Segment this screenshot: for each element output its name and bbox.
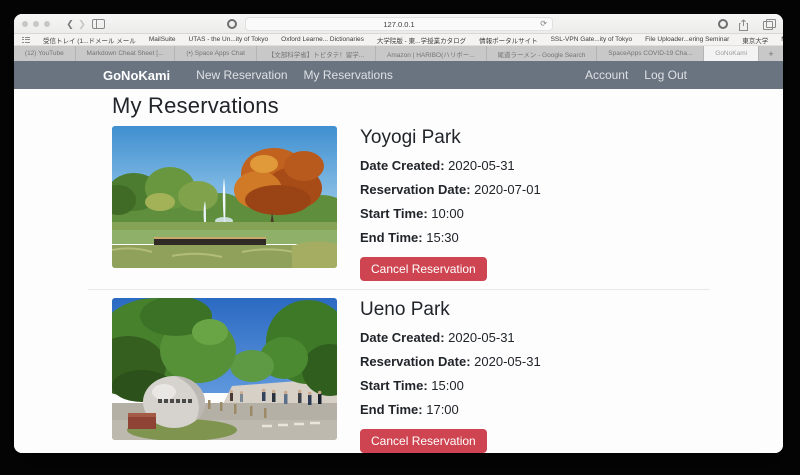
browser-window: ❮ ❯ 127.0.0.1 ⟳ 受信トレイ (1...ドメール メール Mail… [14,14,783,453]
browser-tab[interactable]: Amazon | HARIBO(ハリボー... [376,46,487,61]
bookmark-item[interactable]: File Uploader...ering Seminar [645,36,729,43]
bookmark-item[interactable]: Oxford Learne... Dictionaries [281,36,364,43]
yoyogi-park-photo [112,126,337,268]
park-name: Yoyogi Park [360,127,461,148]
tab-overview-icon[interactable] [763,19,776,30]
back-button[interactable]: ❮ [64,17,76,31]
new-tab-button[interactable]: + [759,46,783,61]
browser-tab[interactable]: Markdown Cheat Sheet [... [76,46,176,61]
address-bar[interactable]: 127.0.0.1 ⟳ [245,17,553,31]
extension-icon[interactable] [227,19,237,29]
bookmark-item[interactable]: MailSuite [149,36,176,43]
sidebar-toggle-icon[interactable] [92,19,105,29]
app-navbar: GoNoKami New Reservation My Reservations… [14,61,783,89]
end-time-line: End Time: 15:30 [360,230,459,245]
divider [88,289,710,290]
bookmarks-bar: 受信トレイ (1...ドメール メール MailSuite UTAS - the… [14,34,783,46]
date-created-line: Date Created: 2020-05-31 [360,330,515,345]
reservation-card: Yoyogi Park Date Created: 2020-05-31 Res… [88,126,710,281]
zoom-window-icon[interactable] [44,21,50,27]
cancel-reservation-button[interactable]: Cancel Reservation [360,429,487,453]
browser-tab[interactable]: (•) Space Apps Chat [175,46,257,61]
browser-toolbar: ❮ ❯ 127.0.0.1 ⟳ [14,14,783,34]
bookmark-item[interactable]: SSL-VPN Gate...ity of Tokyo [551,36,633,43]
bookmark-item[interactable]: 受信トレイ (1...ドメール メール [43,35,136,45]
reservation-card: Ueno Park Date Created: 2020-05-31 Reser… [88,298,710,453]
brand-link[interactable]: GoNoKami [103,68,170,83]
forward-button[interactable]: ❯ [76,17,88,31]
date-created-line: Date Created: 2020-05-31 [360,158,515,173]
bookmark-item[interactable]: 大学院版 - 東...学授業カタログ [377,35,466,45]
ueno-park-photo [112,298,337,440]
extension-icon[interactable] [718,19,728,29]
bookmarks-grid-icon[interactable] [22,36,30,43]
nav-link-new-reservation[interactable]: New Reservation [188,68,295,82]
browser-tab[interactable]: 【文部科学省】トビタテ！留学... [257,46,377,61]
nav-link-logout[interactable]: Log Out [636,68,695,82]
browser-tab[interactable]: 尾道ラーメン - Google Search [487,46,598,61]
bookmark-item[interactable]: 情報ポータルサイト [479,35,538,45]
bookmark-item[interactable]: UTAS - the Un...ity of Tokyo [189,36,269,43]
start-time-line: Start Time: 15:00 [360,378,464,393]
tab-bar: (12) YouTube Markdown Cheat Sheet [... (… [14,46,783,61]
window-controls[interactable] [22,21,50,27]
start-time-line: Start Time: 10:00 [360,206,464,221]
close-window-icon[interactable] [22,21,28,27]
browser-tab[interactable]: (12) YouTube [14,46,76,61]
page-content: My Reservations Yoyogi Park Date Created… [14,89,783,453]
cancel-reservation-button[interactable]: Cancel Reservation [360,257,487,281]
share-icon[interactable] [738,18,749,31]
page-title: My Reservations [112,93,279,118]
reservation-date-line: Reservation Date: 2020-05-31 [360,354,541,369]
nav-link-my-reservations[interactable]: My Reservations [296,68,401,82]
url-text: 127.0.0.1 [383,19,415,29]
reload-icon[interactable]: ⟳ [540,19,547,28]
browser-tab[interactable]: SpaceApps COVID-19 Cha... [597,46,705,61]
end-time-line: End Time: 17:00 [360,402,459,417]
park-name: Ueno Park [360,299,450,320]
nav-link-account[interactable]: Account [577,68,636,82]
reservation-date-line: Reservation Date: 2020-07-01 [360,182,541,197]
bookmark-item[interactable]: MassDevice - ... MassDevice [781,36,783,43]
bookmark-item[interactable]: 東京大学 [742,35,768,45]
minimize-window-icon[interactable] [33,21,39,27]
browser-tab-active[interactable]: GoNoKami [704,46,759,61]
